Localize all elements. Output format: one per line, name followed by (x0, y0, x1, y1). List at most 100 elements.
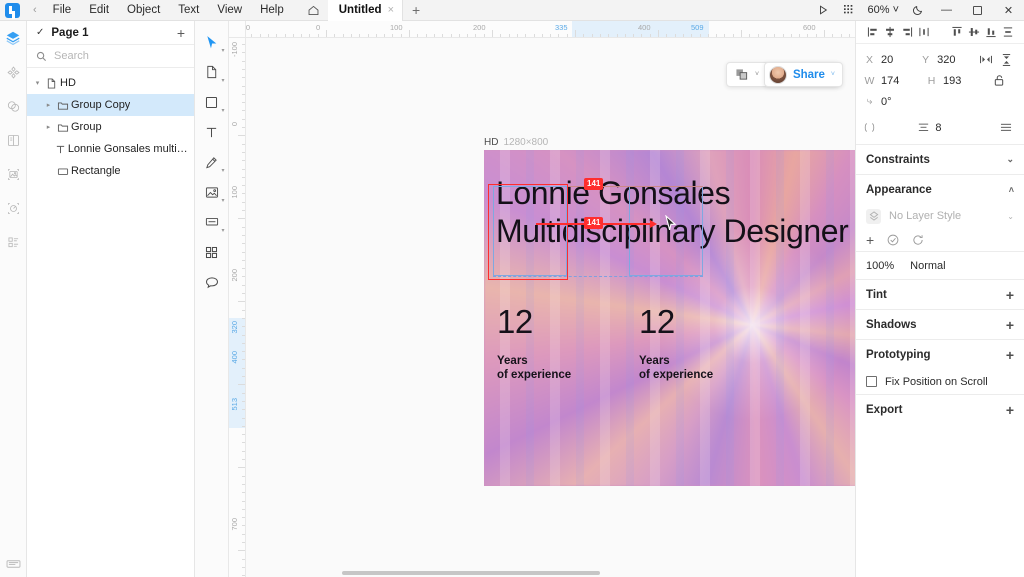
menu-view[interactable]: View (208, 2, 251, 18)
rectangle-tool[interactable]: ▾ (200, 90, 225, 114)
w-value[interactable]: 174 (881, 75, 899, 87)
chevron-up-icon[interactable]: ˄ (1009, 185, 1014, 195)
rail-bottom-icon[interactable] (6, 558, 21, 570)
twisty-icon[interactable]: ▾ (32, 79, 43, 87)
layer-row-rectangle[interactable]: Rectangle (27, 160, 194, 182)
x-value[interactable]: 20 (881, 54, 893, 66)
layer-row-group-copy[interactable]: ▸ Group Copy (27, 94, 194, 116)
lock-aspect-ratio-icon[interactable] (988, 74, 1010, 87)
align-right-icon[interactable] (898, 22, 915, 42)
spacing-field[interactable]: 8 (918, 122, 972, 134)
align-bottom-icon[interactable] (982, 22, 999, 42)
components-tool[interactable] (200, 240, 224, 264)
x-field[interactable]: X 20 (864, 54, 920, 66)
boolean-union-icon[interactable] (731, 64, 753, 85)
back-button[interactable]: ‹ (26, 4, 44, 16)
section-shadows[interactable]: Shadows + (856, 310, 1024, 339)
tab-untitled[interactable]: Untitled × (327, 0, 403, 21)
avatar[interactable] (768, 65, 787, 84)
components-icon[interactable] (2, 61, 24, 83)
share-button-label[interactable]: Share (793, 69, 825, 81)
color-picker-icon[interactable] (2, 197, 24, 219)
add-style-button[interactable]: + (866, 232, 874, 248)
select-tool[interactable]: ▾ (200, 30, 225, 54)
layer-row-text[interactable]: Lonnie Gonsales multidisciplin (27, 138, 194, 160)
stat-block-2[interactable]: 12 Years of experience (639, 305, 713, 381)
grid-view-icon[interactable] (836, 0, 862, 21)
horizontal-scrollbar[interactable] (342, 571, 600, 575)
typography-icon[interactable] (2, 129, 24, 151)
stat-block-1[interactable]: 12 Years of experience (497, 305, 571, 381)
list-settings-icon[interactable] (2, 231, 24, 253)
section-prototyping[interactable]: Prototyping + (856, 340, 1024, 369)
section-constraints[interactable]: Constraints ⌄ (856, 145, 1024, 174)
y-field[interactable]: Y 320 (920, 54, 976, 66)
width-field[interactable]: W 174 (864, 75, 926, 87)
image-tool[interactable]: ▾ (200, 180, 225, 204)
menu-text[interactable]: Text (169, 2, 208, 18)
minimize-button[interactable]: — (931, 0, 962, 21)
section-export[interactable]: Export + (856, 395, 1024, 424)
chevron-down-icon[interactable]: ⌄ (1006, 154, 1014, 165)
layer-row-group[interactable]: ▸ Group (27, 116, 194, 138)
pen-tool[interactable]: ▾ (200, 150, 225, 174)
flip-vertical-icon[interactable] (996, 53, 1016, 66)
new-tab-button[interactable]: + (403, 2, 429, 18)
dark-mode-icon[interactable] (905, 0, 931, 21)
h-value[interactable]: 193 (943, 75, 961, 87)
close-button[interactable]: ✕ (993, 0, 1024, 21)
canvas-viewport[interactable]: HD 1280×800 Lonnie Gonsales Multidiscipli… (246, 38, 855, 577)
boolean-icon[interactable] (2, 95, 24, 117)
search-input[interactable] (54, 50, 196, 62)
menu-object[interactable]: Object (118, 2, 169, 18)
rotation-value[interactable]: 0° (881, 96, 892, 108)
fix-position-checkbox[interactable] (866, 376, 877, 387)
add-shadow-button[interactable]: + (1006, 318, 1014, 332)
menu-edit[interactable]: Edit (80, 2, 118, 18)
rotation-field[interactable]: ⤷ 0° (864, 95, 926, 108)
play-preview-icon[interactable] (810, 0, 836, 21)
opacity-value[interactable]: 100% (866, 260, 894, 272)
reset-style-icon[interactable] (912, 234, 924, 246)
chevron-down-icon[interactable]: ˅ (755, 71, 762, 78)
tab-close-icon[interactable]: × (388, 4, 394, 16)
section-tint[interactable]: Tint + (856, 280, 1024, 309)
artboard-tool[interactable]: ▾ (200, 60, 225, 84)
images-icon[interactable] (2, 163, 24, 185)
fix-position-row[interactable]: Fix Position on Scroll (856, 369, 1024, 394)
home-icon[interactable] (307, 4, 320, 17)
text-tool[interactable] (200, 120, 224, 144)
share-control[interactable]: Share ˅ (763, 62, 843, 87)
menu-file[interactable]: File (44, 2, 81, 18)
align-top-icon[interactable] (948, 22, 965, 42)
apply-style-icon[interactable] (887, 234, 899, 246)
layer-search-row[interactable]: ⌄ (27, 45, 212, 68)
add-export-button[interactable]: + (1006, 403, 1014, 417)
add-prototype-button[interactable]: + (1006, 348, 1014, 362)
add-tint-button[interactable]: + (1006, 288, 1014, 302)
add-page-button[interactable]: + (177, 25, 185, 41)
more-options-icon[interactable] (997, 122, 1016, 133)
y-value[interactable]: 320 (937, 54, 955, 66)
spacing-value[interactable]: 8 (935, 122, 941, 134)
layer-row-hd[interactable]: ▾ HD (27, 72, 194, 94)
distribute-v-icon[interactable] (999, 22, 1016, 42)
menu-help[interactable]: Help (251, 2, 293, 18)
distribute-h-icon[interactable] (915, 22, 932, 42)
slice-tool[interactable]: ▾ (200, 210, 225, 234)
align-center-h-icon[interactable] (881, 22, 898, 42)
artboard-label[interactable]: HD 1280×800 (484, 137, 548, 148)
section-appearance[interactable]: Appearance ˄ (856, 175, 1024, 204)
flip-horizontal-icon[interactable] (976, 54, 996, 65)
twisty-icon[interactable]: ▸ (43, 123, 54, 131)
canvas-area[interactable]: -100 0 100 200 335 400 509 600 700 800 9… (229, 21, 855, 577)
comment-tool[interactable] (200, 270, 224, 294)
blend-mode-value[interactable]: Normal (910, 260, 945, 272)
layer-style-row[interactable]: No Layer Style ⌄ (856, 204, 1024, 228)
vertical-ruler[interactable]: -100 0 100 200 320 400 513 700 800 900 1… (229, 38, 246, 577)
height-field[interactable]: H 193 (926, 75, 988, 87)
maximize-button[interactable] (962, 0, 993, 21)
page-selector-row[interactable]: ✓ Page 1 + (27, 21, 194, 45)
align-center-v-icon[interactable] (965, 22, 982, 42)
horizontal-ruler[interactable]: -100 0 100 200 335 400 509 600 700 800 9… (229, 21, 855, 38)
